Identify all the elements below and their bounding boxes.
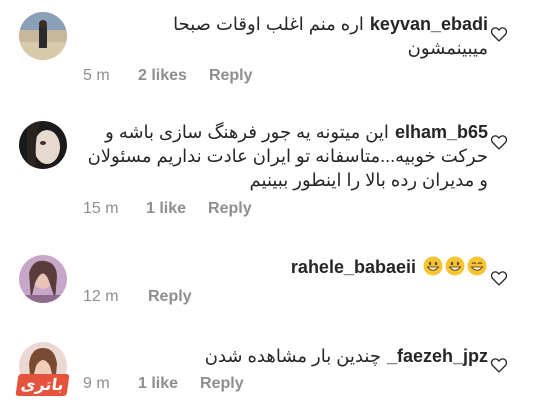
timestamp: 15 m <box>83 200 119 217</box>
comment-meta: 9 m 1 like Reply <box>83 375 244 393</box>
heart-icon[interactable] <box>490 357 508 373</box>
likes-count[interactable]: 1 like <box>138 375 178 393</box>
username[interactable]: keyvan_ebadi <box>370 14 488 34</box>
grinning-face-emoji <box>445 256 465 276</box>
likes-count[interactable]: 1 like <box>146 200 186 218</box>
likes-count[interactable]: 2 likes <box>138 67 187 85</box>
timestamp: 9 m <box>83 375 110 392</box>
comment-text-line: و مدیران رده بالا را اینطور ببینیم <box>249 170 488 190</box>
reply-button[interactable]: Reply <box>200 375 244 393</box>
avatar[interactable] <box>19 12 67 60</box>
grinning-face-emoji <box>423 256 443 276</box>
comment-meta: 12 m Reply <box>83 288 192 306</box>
comment-text: elham_b65این میتونه یه جور فرهنگ سازی با… <box>105 122 488 142</box>
timestamp: 12 m <box>83 288 119 305</box>
comment-meta: 15 m 1 like Reply <box>83 200 252 218</box>
reply-button[interactable]: Reply <box>209 67 253 85</box>
comment-text-line: حرکت خوبیه...متاسفانه تو ایران عادت ندار… <box>87 146 488 166</box>
heart-icon[interactable] <box>490 26 508 42</box>
username[interactable]: elham_b65 <box>395 122 488 142</box>
comment-text-line: میبینمشون <box>407 38 488 58</box>
timestamp: 5 m <box>83 67 110 84</box>
reply-button[interactable]: Reply <box>208 200 252 218</box>
avatar[interactable] <box>19 255 67 303</box>
avatar[interactable] <box>19 121 67 169</box>
heart-icon[interactable] <box>490 134 508 150</box>
comment-text: rahele_babaeii <box>83 255 488 279</box>
comment-text: keyvan_ebadiاره منم اغلب اوقات صبحا <box>173 14 488 34</box>
username[interactable]: _faezeh_jpz <box>387 346 488 366</box>
heart-icon[interactable] <box>490 270 508 286</box>
comment-meta: 5 m 2 likes Reply <box>83 67 253 85</box>
comment-text: _faezeh_jpzچندین بار مشاهده شدن <box>204 346 488 366</box>
watermark-logo: باتری <box>15 374 70 396</box>
smiling-eyes-emoji <box>467 256 487 276</box>
username[interactable]: rahele_babaeii <box>291 257 416 277</box>
reply-button[interactable]: Reply <box>148 288 192 306</box>
